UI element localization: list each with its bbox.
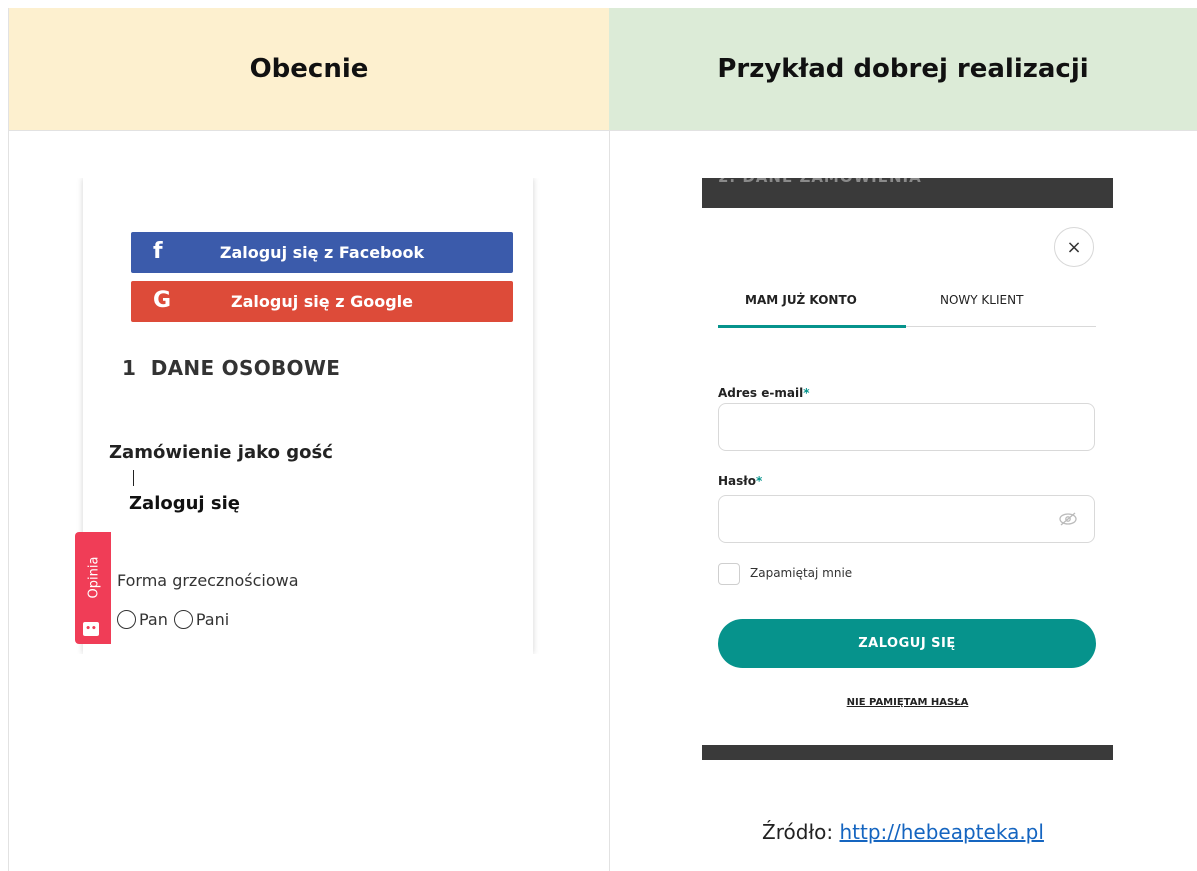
radio-pani[interactable] [173, 610, 193, 629]
feedback-label: Opinia [86, 556, 102, 599]
login-button[interactable]: ZALOGUJ SIĘ [718, 619, 1096, 668]
close-button[interactable]: × [1054, 227, 1094, 267]
remember-me-checkbox[interactable] [718, 563, 740, 585]
google-login-button[interactable]: G Zaloguj się z Google [131, 281, 513, 322]
top-banner-text: 2. DANE ZAMÓWIENIA [718, 178, 922, 186]
facebook-icon: f [153, 239, 163, 264]
source-link[interactable]: http://hebeapteka.pl [839, 820, 1043, 844]
header-good-example: Przykład dobrej realizacji [609, 8, 1197, 131]
source-caption: Źródło: http://hebeapteka.pl [609, 820, 1197, 844]
salutation-radios: Pan Pani [117, 610, 235, 629]
top-banner: 2. DANE ZAMÓWIENIA [702, 178, 1113, 208]
login-link[interactable]: Zaloguj się [129, 493, 240, 514]
forgot-password-link[interactable]: NIE PAMIĘTAM HASŁA [702, 697, 1113, 708]
password-field[interactable] [718, 495, 1095, 543]
header-current: Obecnie [9, 8, 609, 131]
source-prefix: Źródło: [762, 820, 840, 844]
feedback-face-icon: •• [83, 622, 99, 636]
feedback-tab[interactable]: Opinia •• [75, 532, 111, 644]
good-example-screenshot: 2. DANE ZAMÓWIENIA × MAM JUŻ KONTO NOWY … [702, 178, 1113, 760]
facebook-login-button[interactable]: f Zaloguj się z Facebook [131, 232, 513, 273]
separator [133, 470, 134, 486]
guest-order-option[interactable]: Zamówienie jako gość [109, 442, 333, 463]
remember-me-label: Zapamiętaj mnie [750, 566, 853, 580]
column-current: Obecnie f Zaloguj się z Facebook G Zalog… [8, 8, 610, 871]
radio-pani-label: Pani [195, 610, 230, 629]
required-mark: * [803, 386, 810, 400]
facebook-login-label: Zaloguj się z Facebook [219, 243, 425, 262]
tab-active-indicator [718, 325, 906, 328]
tab-new-client[interactable]: NOWY KLIENT [940, 293, 1023, 307]
tab-have-account[interactable]: MAM JUŻ KONTO [745, 293, 857, 307]
email-field[interactable] [718, 403, 1095, 451]
google-icon: G [153, 288, 172, 313]
email-label: Adres e-mail* [718, 386, 810, 400]
required-mark: * [755, 474, 763, 488]
password-label: Hasło* [718, 474, 763, 488]
google-login-label: Zaloguj się z Google [231, 292, 413, 311]
current-screenshot: f Zaloguj się z Facebook G Zaloguj się z… [75, 178, 543, 654]
comparison-table: Obecnie f Zaloguj się z Facebook G Zalog… [8, 8, 1197, 871]
section-title: 1 DANE OSOBOWE [122, 356, 341, 380]
radio-pan-label: Pan [139, 610, 168, 629]
eye-hidden-icon[interactable] [1058, 511, 1078, 527]
bottom-banner [702, 745, 1113, 760]
salutation-label: Forma grzecznościowa [117, 571, 299, 590]
checkout-panel: f Zaloguj się z Facebook G Zaloguj się z… [83, 178, 533, 654]
column-good-example: Przykład dobrej realizacji 2. DANE ZAMÓW… [609, 8, 1197, 871]
radio-pan[interactable] [117, 610, 136, 629]
close-icon: × [1066, 236, 1082, 258]
